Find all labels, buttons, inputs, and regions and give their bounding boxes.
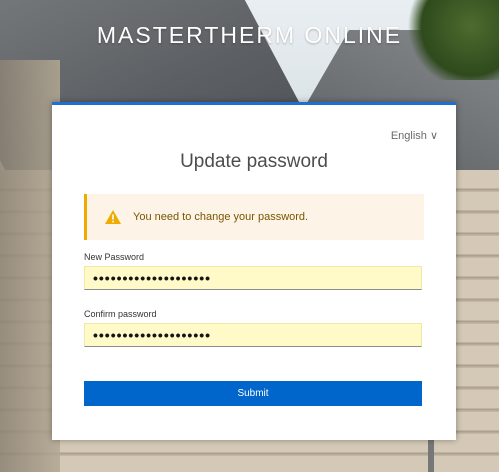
confirm-password-input[interactable]: •••••••••••••••••••• <box>84 323 422 347</box>
warning-icon <box>105 210 121 224</box>
alert-message: You need to change your password. <box>133 211 309 223</box>
new-password-input[interactable]: •••••••••••••••••••• <box>84 266 422 290</box>
warning-alert: You need to change your password. <box>84 194 424 240</box>
new-password-label: New Password <box>84 252 145 262</box>
page-title: Update password <box>180 151 328 172</box>
login-card: English ∨ Update password You need to ch… <box>52 102 456 440</box>
brand-title: MASTERTHERM ONLINE <box>96 22 403 48</box>
submit-button[interactable]: Submit <box>84 381 422 406</box>
language-selector[interactable]: English ∨ <box>391 129 438 142</box>
confirm-password-label: Confirm password <box>84 309 157 319</box>
